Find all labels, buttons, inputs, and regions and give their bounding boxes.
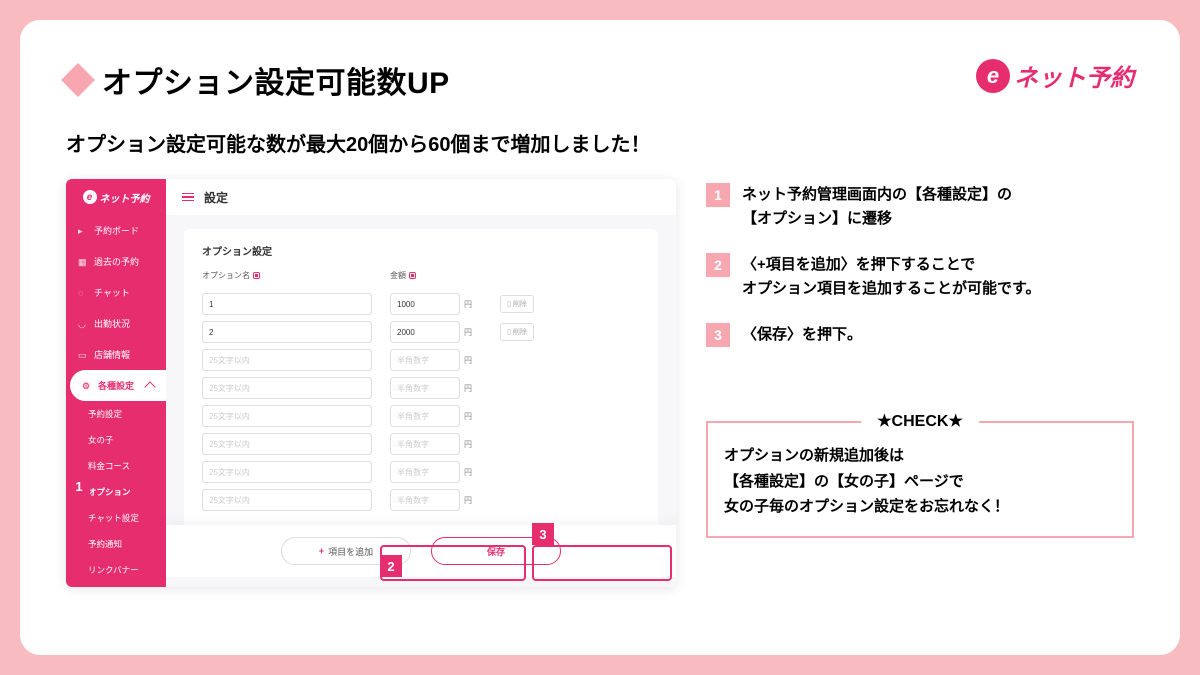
sidebar-item-attendance[interactable]: ◡出勤状況 (66, 308, 166, 339)
step: 1 ネット予約管理画面内の【各種設定】の【オプション】に遷移 (706, 183, 1134, 231)
hamburger-icon[interactable] (182, 193, 194, 202)
option-name-input[interactable]: 1 (202, 293, 372, 315)
yen-label: 円 (464, 439, 472, 450)
app-sidebar: e ネット予約 ▸予約ボード ▦過去の予約 ◌チャット ◡出勤状況 ▭店舗情報 … (66, 179, 166, 587)
option-price-input[interactable]: 半角数字 (390, 377, 460, 399)
yen-label: 円 (464, 355, 472, 366)
highlight-box-3 (532, 545, 672, 581)
attendance-icon: ◡ (78, 319, 88, 329)
trash-icon: ▯ (507, 328, 511, 336)
sidebar-logo-e-icon: e (83, 190, 97, 204)
gear-icon: ⚙ (82, 381, 92, 391)
check-body: オプションの新規追加後は【各種設定】の【女の子】ページで女の子毎のオプション設定… (724, 443, 1116, 520)
option-name-input[interactable]: 25文字以内 (202, 433, 372, 455)
sidebar-item-chat[interactable]: ◌チャット (66, 277, 166, 308)
app-main-header: 設定 (166, 179, 676, 215)
option-price-input[interactable]: 半角数字 (390, 433, 460, 455)
yen-label: 円 (464, 383, 472, 394)
yen-label: 円 (464, 411, 472, 422)
slide-card: オプション設定可能数UP e ネット予約 オプション設定可能な数が最大20個から… (20, 20, 1180, 655)
option-row: 25文字以内半角数字円 (202, 349, 640, 371)
brand-logo: e ネット予約 (976, 58, 1134, 93)
check-title: ★CHECK★ (861, 411, 979, 431)
option-price-input[interactable]: 半角数字 (390, 349, 460, 371)
option-price-input[interactable]: 1000 (390, 293, 460, 315)
option-name-input[interactable]: 25文字以内 (202, 349, 372, 371)
option-name-input[interactable]: 25文字以内 (202, 405, 372, 427)
trash-icon: ▯ (507, 300, 511, 308)
option-row: 1 1000 円 ▯削除 (202, 293, 640, 315)
callout-1: 1 (68, 475, 90, 497)
check-box: ★CHECK★ オプションの新規追加後は【各種設定】の【女の子】ページで女の子毎… (706, 421, 1134, 538)
yen-label: 円 (464, 327, 472, 338)
sidebar-item-history[interactable]: ▦過去の予約 (66, 246, 166, 277)
option-name-input[interactable]: 25文字以内 (202, 377, 372, 399)
subtitle: オプション設定可能な数が最大20個から60個まで増加しました！ (66, 128, 1134, 157)
option-row: 25文字以内半角数字円 (202, 377, 640, 399)
yen-label: 円 (464, 495, 472, 506)
option-row: 25文字以内半角数字円 (202, 489, 640, 511)
option-row: 25文字以内半角数字円 (202, 461, 640, 483)
option-row: 25文字以内半角数字円 (202, 405, 640, 427)
logo-e-icon: e (976, 59, 1010, 93)
yen-label: 円 (464, 467, 472, 478)
option-name-input[interactable]: 25文字以内 (202, 489, 372, 511)
callout-3: 3 (532, 523, 554, 545)
option-row: 2 2000 円 ▯削除 (202, 321, 640, 343)
step-number: 1 (706, 183, 730, 207)
sidebar-item-board[interactable]: ▸予約ボード (66, 215, 166, 246)
sidebar-item-store[interactable]: ▭店舗情報 (66, 339, 166, 370)
step-text: 〈保存〉を押下。 (742, 323, 862, 347)
yen-label: 円 (464, 299, 472, 310)
plus-icon: + (319, 546, 324, 556)
header-row: オプション設定可能数UP e ネット予約 (66, 58, 1134, 102)
rows-container: 11000円▯削除22000円▯削除25文字以内半角数字円25文字以内半角数字円… (202, 293, 640, 511)
required-icon (409, 272, 416, 279)
board-icon: ▸ (78, 226, 88, 236)
steps-column: 1 ネット予約管理画面内の【各種設定】の【オプション】に遷移 2 〈+項目を追加〉を押… (706, 179, 1134, 538)
step-number: 3 (706, 323, 730, 347)
sidebar-sub-notify[interactable]: 予約通知 (66, 531, 166, 557)
app-screenshot: e ネット予約 ▸予約ボード ▦過去の予約 ◌チャット ◡出勤状況 ▭店舗情報 … (66, 179, 676, 587)
step: 3 〈保存〉を押下。 (706, 323, 1134, 347)
history-icon: ▦ (78, 257, 88, 267)
step: 2 〈+項目を追加〉を押下することでオプション項目を追加することが可能です。 (706, 253, 1134, 301)
content-row: e ネット予約 ▸予約ボード ▦過去の予約 ◌チャット ◡出勤状況 ▭店舗情報 … (66, 179, 1134, 587)
step-text: 〈+項目を追加〉を押下することでオプション項目を追加することが可能です。 (742, 253, 1041, 301)
sidebar-sub-chatset[interactable]: チャット設定 (66, 505, 166, 531)
option-price-input[interactable]: 半角数字 (390, 461, 460, 483)
sidebar-item-settings[interactable]: ⚙各種設定 (70, 370, 166, 401)
required-icon (253, 272, 260, 279)
option-name-input[interactable]: 2 (202, 321, 372, 343)
option-price-input[interactable]: 2000 (390, 321, 460, 343)
option-panel: オプション設定 オプション名 金額 1 1000 円 ▯削除 2 2000 円 ▯削除 25文字… (184, 229, 658, 569)
logo-text: ネット予約 (1014, 58, 1134, 93)
chat-icon: ◌ (78, 288, 88, 298)
main-title: 設定 (204, 189, 228, 206)
callout-2: 2 (380, 555, 402, 577)
step-text: ネット予約管理画面内の【各種設定】の【オプション】に遷移 (742, 183, 1012, 231)
title-wrap: オプション設定可能数UP (66, 58, 450, 102)
col-name-header: オプション名 (202, 270, 372, 281)
option-price-input[interactable]: 半角数字 (390, 489, 460, 511)
diamond-icon (61, 63, 95, 97)
column-headers: オプション名 金額 (202, 270, 640, 287)
option-name-input[interactable]: 25文字以内 (202, 461, 372, 483)
step-number: 2 (706, 253, 730, 277)
option-row: 25文字以内半角数字円 (202, 433, 640, 455)
col-price-header: 金額 (390, 270, 480, 281)
page-title: オプション設定可能数UP (102, 58, 450, 102)
sidebar-sub-reservation[interactable]: 予約設定 (66, 401, 166, 427)
sidebar-sub-banner[interactable]: リンクバナー (66, 557, 166, 583)
sidebar-logo: e ネット予約 (66, 179, 166, 215)
store-icon: ▭ (78, 350, 88, 360)
option-price-input[interactable]: 半角数字 (390, 405, 460, 427)
app-main: 設定 オプション設定 オプション名 金額 11000円▯削除22000円▯削除2… (166, 179, 676, 587)
chevron-up-icon (144, 381, 155, 392)
sidebar-logo-text: ネット予約 (100, 190, 150, 205)
panel-title: オプション設定 (202, 243, 640, 258)
delete-button[interactable]: ▯削除 (500, 295, 534, 313)
sidebar-sub-girls[interactable]: 女の子 (66, 427, 166, 453)
delete-button[interactable]: ▯削除 (500, 323, 534, 341)
